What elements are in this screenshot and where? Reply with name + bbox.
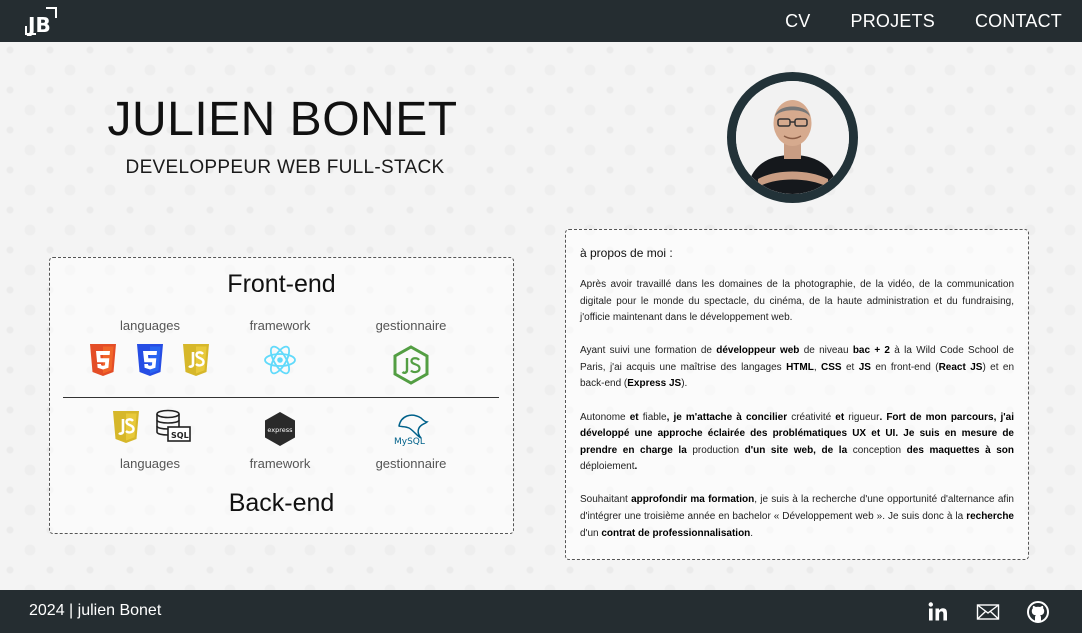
emphasis-text: d'un site web, de la — [739, 444, 853, 456]
svg-text:MySQL: MySQL — [394, 437, 425, 446]
about-paragraph-3: Autonome et fiable, je m'attache à conci… — [580, 410, 1014, 476]
front-languages-label: languages — [120, 318, 180, 333]
emphasis-text: Express JS — [627, 378, 682, 390]
emphasis-text: développeur web — [716, 345, 800, 357]
emphasis-text: contrat de professionnalisation — [601, 527, 751, 539]
back-languages-label: languages — [120, 456, 180, 471]
svg-text:express: express — [267, 426, 293, 434]
avatar — [727, 72, 858, 203]
front-gestionnaire-label: gestionnaire — [375, 318, 447, 333]
emphasis-text: CSS — [821, 361, 842, 373]
html5-icon — [90, 344, 116, 376]
nodejs-icon — [393, 345, 429, 385]
emphasis-text: recherche — [966, 511, 1014, 523]
back-end-title: Back-end — [228, 489, 335, 517]
emphasis-text: approfondir ma formation — [631, 494, 755, 506]
text-segment: ). — [681, 378, 688, 390]
text-segment: conception — [852, 444, 902, 456]
about-paragraph-1: Après avoir travaillé dans les domaines … — [580, 279, 1014, 324]
about-paragraph-2: Ayant suivi une formation de développeur… — [580, 343, 1014, 393]
text-segment: créativité — [791, 411, 832, 423]
express-icon: express — [265, 412, 295, 446]
mail-icon[interactable] — [976, 600, 1000, 624]
emphasis-text: et — [831, 411, 849, 423]
text-segment: fiable — [642, 411, 667, 423]
javascript-icon — [113, 411, 139, 443]
github-icon[interactable] — [1026, 600, 1050, 624]
emphasis-text: des maquettes à son — [901, 444, 1014, 456]
text-segment: rigueur — [848, 411, 880, 423]
header: JB CV PROJETS CONTACT — [0, 0, 1082, 42]
text-segment: Ayant suivi une formation de — [580, 345, 717, 357]
about-paragraph-4: Souhaitant approfondir ma formation, je … — [580, 492, 1014, 542]
logo[interactable]: JB — [22, 6, 60, 37]
emphasis-text: bac + 2 — [852, 345, 890, 357]
react-icon — [264, 345, 296, 375]
front-end-title: Front-end — [227, 270, 336, 298]
about-panel: à propos de moi : Après avoir travaillé … — [565, 229, 1029, 560]
nav-contact[interactable]: CONTACT — [975, 11, 1062, 32]
text-segment: et — [841, 361, 859, 373]
text-segment: Souhaitant — [580, 494, 632, 506]
emphasis-text: et — [625, 411, 643, 423]
svg-text:JB: JB — [26, 13, 51, 36]
emphasis-text: , je m'attache à concilier — [666, 411, 792, 423]
text-segment: en front-end ( — [870, 361, 939, 373]
text-segment: production — [692, 444, 740, 456]
jb-logo-icon: JB — [25, 7, 57, 37]
front-framework-label: framework — [249, 318, 311, 333]
footer: 2024 | julien Bonet — [0, 590, 1082, 633]
emphasis-text: React JS — [938, 361, 983, 373]
mysql-icon: MySQL — [394, 414, 429, 446]
page-title: JULIEN BONET — [107, 93, 458, 146]
emphasis-text: HTML — [786, 361, 814, 373]
back-gestionnaire-label: gestionnaire — [375, 456, 447, 471]
emphasis-text: . — [634, 461, 638, 473]
skills-panel: Front-end languages framework gestionnai… — [49, 257, 514, 534]
nav-projets[interactable]: PROJETS — [851, 11, 935, 32]
text-segment: , — [813, 361, 822, 373]
text-segment: déploiement — [580, 461, 635, 473]
about-title: à propos de moi : — [580, 246, 673, 260]
text-segment: Autonome — [580, 411, 626, 423]
main-nav: CV PROJETS CONTACT — [785, 0, 1062, 42]
linkedin-icon[interactable] — [926, 600, 950, 624]
portrait-photo — [736, 81, 849, 194]
text-segment: . — [750, 527, 754, 539]
svg-text:SQL: SQL — [171, 431, 189, 440]
text-segment: de niveau — [799, 345, 853, 357]
sql-icon: SQL — [156, 409, 191, 442]
social-links — [926, 600, 1050, 624]
text-segment: d'un — [580, 527, 602, 539]
skills-divider — [63, 397, 499, 398]
css3-icon — [137, 344, 163, 376]
job-title: DEVELOPPEUR WEB FULL-STACK — [125, 157, 445, 178]
javascript-icon — [183, 344, 209, 376]
back-framework-label: framework — [249, 456, 311, 471]
emphasis-text: JS — [858, 361, 871, 373]
nav-cv[interactable]: CV — [785, 11, 810, 32]
copyright: 2024 | julien Bonet — [29, 602, 162, 619]
